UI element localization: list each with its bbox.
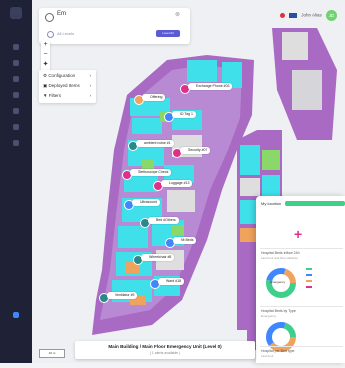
- search-box: Em ⊗ All Levels Level 04: [39, 8, 190, 44]
- zoom-out-button[interactable]: −: [41, 50, 50, 60]
- map-label[interactable]: Ultrasound: [132, 199, 160, 206]
- card-divider: [260, 306, 343, 307]
- card-title: Hospital per Bed type: [261, 349, 295, 353]
- chevron-right-icon: ›: [89, 83, 92, 88]
- panel-title: My location: [261, 201, 282, 206]
- user-name: John Alias: [301, 12, 322, 18]
- map-label[interactable]: Nt Beds: [173, 237, 197, 244]
- legend-swatch: [306, 268, 312, 270]
- room[interactable]: [132, 118, 162, 134]
- level-icon: [47, 31, 54, 38]
- avatar[interactable]: JD: [326, 10, 337, 21]
- room[interactable]: [187, 60, 217, 82]
- map-label[interactable]: Exchange Phone #03: [188, 83, 233, 90]
- map-label[interactable]: Wheelchair #8: [141, 254, 175, 261]
- alerts-count[interactable]: ( 1 alerts available ): [75, 351, 255, 355]
- notification-icon[interactable]: [279, 13, 285, 18]
- clear-icon[interactable]: ⊗: [175, 11, 180, 18]
- sidebar-item-alerts[interactable]: [13, 92, 19, 98]
- room[interactable]: [172, 225, 184, 235]
- map-label[interactable]: ambient noise #1: [136, 140, 174, 147]
- app-logo: [10, 7, 22, 19]
- card-divider: [260, 346, 343, 347]
- card-title: Hospital Beds Inflow 24h: [261, 251, 300, 255]
- sidebar-item-settings[interactable]: [13, 140, 19, 146]
- donut-label: Emergency: [270, 280, 286, 284]
- map-label[interactable]: Offering: [142, 94, 166, 101]
- room[interactable]: [167, 190, 195, 212]
- language-flag-icon[interactable]: [288, 13, 297, 18]
- room[interactable]: [262, 150, 280, 170]
- sidebar-item-map[interactable]: [13, 44, 19, 50]
- map-label[interactable]: Stethoscope Check: [130, 169, 172, 176]
- map-label[interactable]: Ward #18: [158, 278, 185, 285]
- box-icon: ▣: [43, 83, 48, 88]
- sidebar-item-assets[interactable]: [13, 76, 19, 82]
- sidebar-item-reports[interactable]: [13, 108, 19, 114]
- chevron-right-icon: ›: [89, 93, 92, 98]
- map-label[interactable]: Ventilator #9: [107, 292, 138, 299]
- location-title: Main Building / Main Floor Emergency Uni…: [108, 344, 222, 349]
- room[interactable]: [240, 145, 260, 175]
- room[interactable]: [118, 226, 148, 248]
- legend-swatch: [306, 286, 312, 288]
- sidebar-item-location[interactable]: [13, 312, 19, 318]
- room[interactable]: [240, 178, 260, 196]
- map-label[interactable]: Bed #Others: [148, 217, 179, 224]
- user-menu[interactable]: John Alias JD: [279, 10, 337, 21]
- zoom-controls: + − ✦: [41, 40, 50, 72]
- layer-filters[interactable]: ▼ Filters ›: [43, 92, 93, 100]
- card-divider: [260, 248, 343, 249]
- legend-swatch: [306, 280, 312, 282]
- level-tag[interactable]: Level 04: [156, 30, 180, 37]
- legend-swatch: [306, 274, 312, 276]
- map-label[interactable]: Luggage #13: [161, 180, 193, 187]
- sidebar: [0, 0, 32, 363]
- layers-menu: ⚙ Configuration › ▣ Deployed Items › ▼ F…: [39, 70, 96, 103]
- level-filter[interactable]: All Levels: [57, 31, 74, 36]
- map-label[interactable]: Security #07: [180, 147, 211, 154]
- card-subtitle: Last hour and flow statistics: [261, 256, 298, 260]
- search-icon: [45, 13, 54, 22]
- card-title: Hospital Beds by Type: [261, 309, 296, 313]
- filter-icon: ▼: [43, 93, 48, 98]
- compass-icon[interactable]: ✦: [41, 60, 50, 70]
- zoom-in-button[interactable]: +: [41, 40, 50, 50]
- gear-icon: ⚙: [43, 73, 48, 78]
- add-widget-button[interactable]: +: [294, 226, 302, 242]
- card-subtitle: Last hour: [261, 354, 274, 358]
- sidebar-item-users[interactable]: [13, 124, 19, 130]
- sidebar-item-dashboard[interactable]: [13, 60, 19, 66]
- layer-deployed-items[interactable]: ▣ Deployed Items ›: [43, 82, 93, 90]
- room[interactable]: [282, 32, 308, 60]
- progress-bar: [285, 201, 345, 206]
- card-subtitle: Emergency: [261, 314, 277, 318]
- chevron-right-icon: ›: [89, 73, 92, 78]
- search-input[interactable]: Em: [57, 11, 66, 17]
- dashboard-panel: My location + Hospital Beds Inflow 24h L…: [256, 196, 345, 363]
- location-footer[interactable]: Main Building / Main Floor Emergency Uni…: [75, 341, 255, 359]
- map-label[interactable]: ID Tag 1: [172, 111, 196, 118]
- map-scale: 10 m: [39, 349, 65, 358]
- room[interactable]: [292, 70, 322, 110]
- layer-configuration[interactable]: ⚙ Configuration ›: [43, 72, 93, 80]
